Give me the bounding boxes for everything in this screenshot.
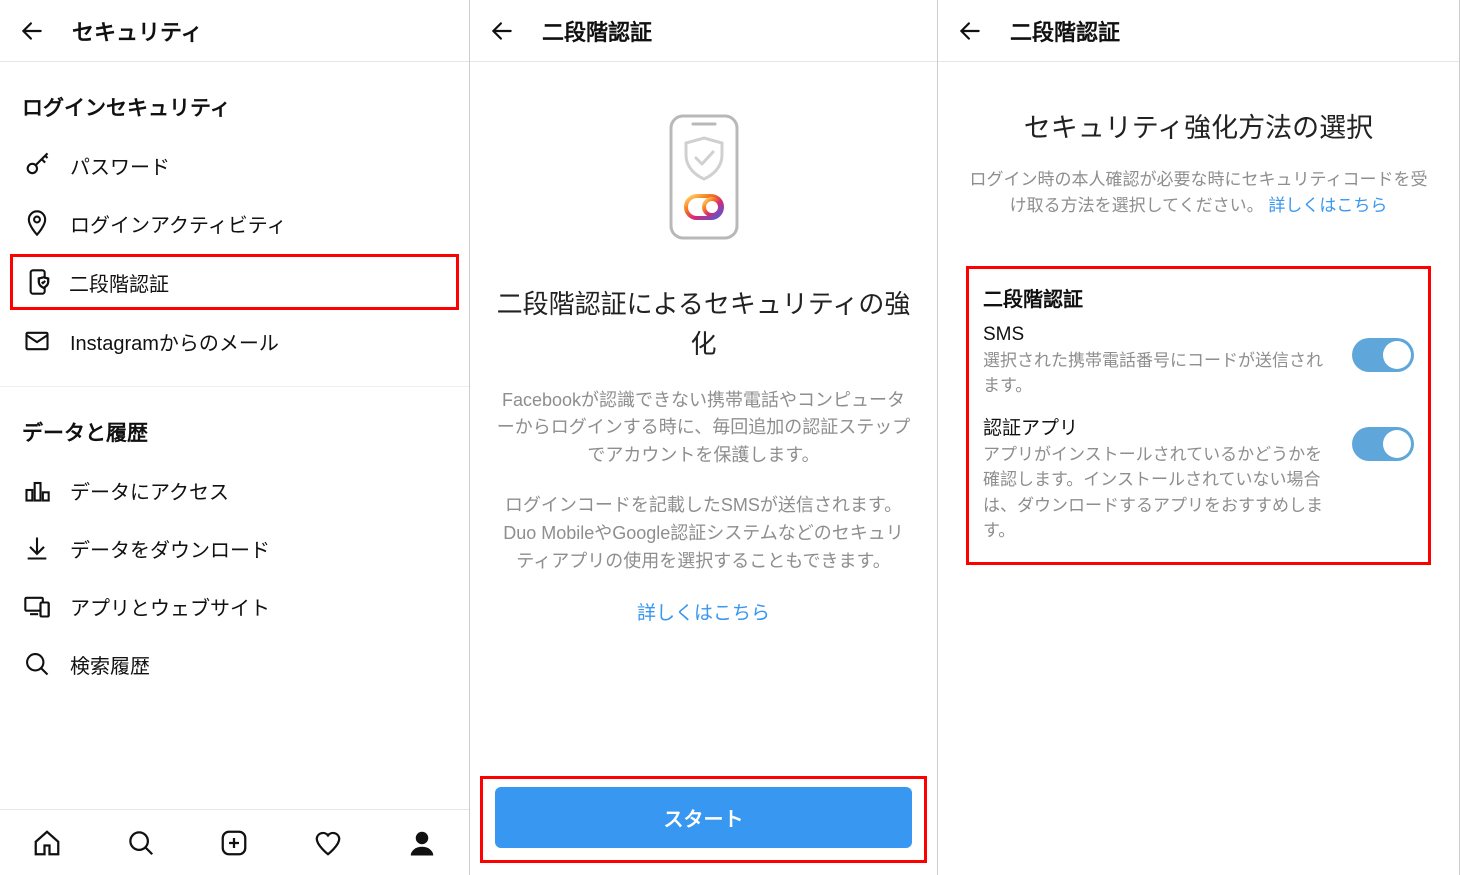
- menu-label: データをダウンロード: [70, 534, 270, 563]
- menu-item-login-activity[interactable]: ログインアクティビティ: [0, 194, 469, 252]
- sms-toggle[interactable]: [1352, 338, 1414, 372]
- bar-chart-icon: [22, 475, 52, 505]
- two-factor-method-panel: 二段階認証 セキュリティ強化方法の選択 ログイン時の本人確認が必要な時にセキュリ…: [938, 0, 1460, 875]
- toggle-description: 選択された携帯電話番号にコードが送信されます。: [983, 348, 1336, 399]
- menu-label: アプリとウェブサイト: [70, 592, 270, 621]
- phone-shield-hero-icon: [665, 112, 743, 242]
- menu-item-two-factor[interactable]: 二段階認証: [10, 254, 459, 310]
- menu-label: パスワード: [70, 151, 170, 180]
- page-title: 二段階認証: [1010, 15, 1120, 47]
- toggle-text: SMS 選択された携帯電話番号にコードが送信されます。: [983, 324, 1352, 399]
- security-settings-panel: セキュリティ ログインセキュリティ パスワード ログインアクティビティ 二段階認…: [0, 0, 470, 875]
- menu-item-apps-websites[interactable]: アプリとウェブサイト: [0, 577, 469, 635]
- mail-icon: [22, 326, 52, 356]
- methods-highlight-box: 二段階認証 SMS 選択された携帯電話番号にコードが送信されます。 認証アプリ …: [966, 266, 1431, 565]
- download-icon: [22, 533, 52, 563]
- method-subtext: ログイン時の本人確認が必要な時にセキュリティコードを受け取る方法を選択してくださ…: [966, 167, 1431, 220]
- intro-paragraph-2: ログインコードを記載したSMSが送信されます。Duo MobileやGoogle…: [496, 492, 911, 576]
- menu-label: Instagramからのメール: [70, 327, 279, 356]
- learn-more-link[interactable]: 詳しくはこちら: [637, 598, 770, 625]
- search-icon: [22, 649, 52, 679]
- menu-item-password[interactable]: パスワード: [0, 136, 469, 194]
- header: セキュリティ: [0, 0, 469, 62]
- toggle-label: 認証アプリ: [983, 413, 1336, 440]
- page-title: 二段階認証: [542, 15, 652, 47]
- activity-tab-icon[interactable]: [311, 826, 345, 860]
- home-tab-icon[interactable]: [30, 826, 64, 860]
- two-factor-intro-panel: 二段階認証 二段階認証によるセキュリテ: [470, 0, 938, 875]
- auth-app-toggle[interactable]: [1352, 427, 1414, 461]
- header: 二段階認証: [470, 0, 937, 62]
- back-icon[interactable]: [18, 17, 46, 45]
- menu-item-search-history[interactable]: 検索履歴: [0, 635, 469, 693]
- profile-tab-icon[interactable]: [405, 826, 439, 860]
- back-icon[interactable]: [956, 17, 984, 45]
- new-post-tab-icon[interactable]: [217, 826, 251, 860]
- location-pin-icon: [22, 208, 52, 238]
- intro-paragraph-1: Facebookが認識できない携帯電話やコンピューターからログインする時に、毎回…: [496, 387, 911, 471]
- devices-icon: [22, 591, 52, 621]
- toggle-label: SMS: [983, 324, 1336, 346]
- page-title: セキュリティ: [72, 15, 203, 47]
- menu-item-download-data[interactable]: データをダウンロード: [0, 519, 469, 577]
- menu-item-instagram-emails[interactable]: Instagramからのメール: [0, 312, 469, 370]
- menu-label: データにアクセス: [70, 476, 229, 505]
- menu-label: ログインアクティビティ: [70, 209, 287, 238]
- toggle-text: 認証アプリ アプリがインストールされているかどうかを確認します。インストールされ…: [983, 413, 1352, 544]
- learn-more-link[interactable]: 詳しくはこちら: [1268, 196, 1387, 215]
- menu-item-access-data[interactable]: データにアクセス: [0, 461, 469, 519]
- start-button[interactable]: スタート: [495, 787, 912, 848]
- start-button-highlight: スタート: [480, 776, 927, 863]
- body: 二段階認証によるセキュリティの強化 Facebookが認識できない携帯電話やコン…: [470, 62, 937, 776]
- bottom-tab-bar: [0, 809, 469, 875]
- section-data-history-title: データと履歴: [0, 387, 469, 461]
- methods-box-title: 二段階認証: [983, 283, 1414, 312]
- search-tab-icon[interactable]: [124, 826, 158, 860]
- menu-label: 二段階認証: [69, 268, 169, 297]
- method-heading: セキュリティ強化方法の選択: [966, 106, 1431, 145]
- toggle-row-sms: SMS 選択された携帯電話番号にコードが送信されます。: [983, 324, 1414, 399]
- phone-shield-icon: [25, 267, 55, 297]
- toggle-description: アプリがインストールされているかどうかを確認します。インストールされていない場合…: [983, 442, 1336, 544]
- back-icon[interactable]: [488, 17, 516, 45]
- header: 二段階認証: [938, 0, 1459, 62]
- section-login-security-title: ログインセキュリティ: [0, 62, 469, 136]
- menu-label: 検索履歴: [70, 650, 150, 679]
- body: セキュリティ強化方法の選択 ログイン時の本人確認が必要な時にセキュリティコードを…: [938, 62, 1459, 565]
- intro-heading: 二段階認証によるセキュリティの強化: [496, 284, 911, 365]
- key-icon: [22, 150, 52, 180]
- toggle-row-auth-app: 認証アプリ アプリがインストールされているかどうかを確認します。インストールされ…: [983, 413, 1414, 544]
